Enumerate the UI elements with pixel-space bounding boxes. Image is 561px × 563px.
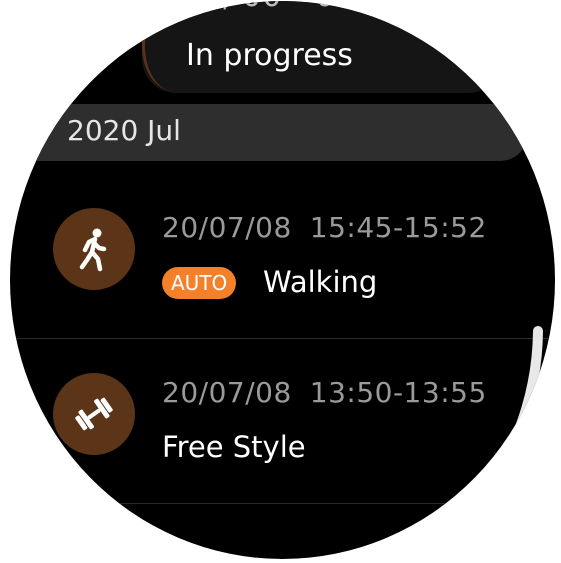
scrollbar[interactable]: [480, 81, 550, 491]
divider: [10, 503, 555, 504]
entry-title: Free Style: [162, 430, 306, 464]
entry-date: 20/07/08: [162, 376, 292, 409]
entry-time: 20/07/08 15:45-15:52: [162, 211, 487, 244]
list-item-free-style[interactable]: 20/07/08 13:50-13:55 Free Style: [10, 338, 555, 503]
auto-badge: AUTO: [162, 267, 237, 299]
month-label: 2020 Jul: [67, 114, 181, 147]
previous-entry-status: In progress: [186, 38, 353, 73]
entry-time-range: 13:50-13:55: [309, 376, 487, 409]
walking-person-icon: [53, 208, 135, 290]
watch-screen: /, 00 - 07/12 In progress 2020 Jul 20/07…: [10, 1, 555, 559]
entry-date: 20/07/08: [162, 211, 292, 244]
entry-title: Walking: [263, 265, 378, 299]
entry-time-range: 15:45-15:52: [309, 211, 487, 244]
previous-entry-date: /, 00 - 07/12: [210, 1, 407, 14]
dumbbell-icon: [53, 373, 135, 455]
list-item-walking[interactable]: 20/07/08 15:45-15:52 AUTO Walking: [10, 173, 555, 338]
entry-time: 20/07/08 13:50-13:55: [162, 376, 487, 409]
